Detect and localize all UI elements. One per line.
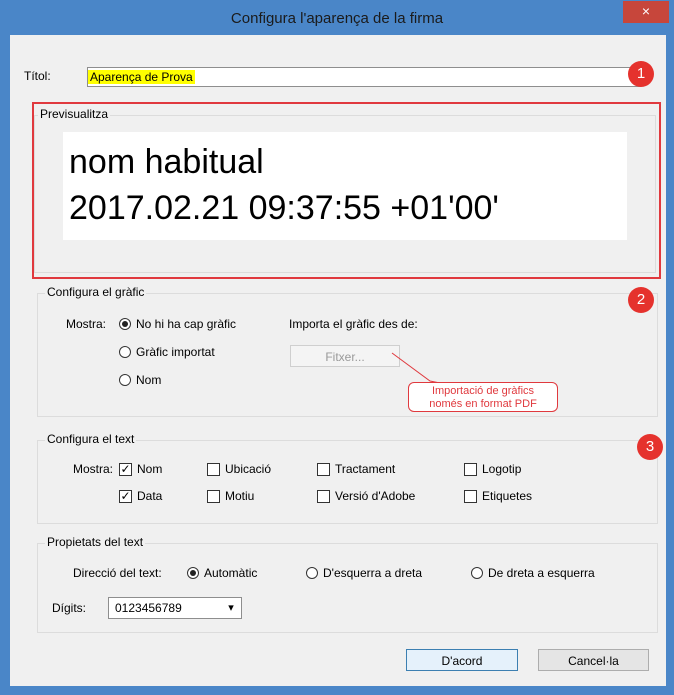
- text-show-label: Mostra:: [73, 462, 114, 476]
- digits-label: Dígits:: [52, 601, 87, 615]
- radio-direction-ltr-label: D'esquerra a dreta: [323, 566, 423, 580]
- title-input[interactable]: Aparença de Prova: [87, 67, 641, 87]
- import-from-label: Importa el gràfic des de:: [289, 317, 418, 331]
- digits-select-value: 0123456789: [115, 601, 182, 615]
- badge-3: 3: [637, 434, 663, 460]
- radio-imported-graphic-label: Gràfic importat: [136, 345, 215, 359]
- checkbox-date[interactable]: ✓: [119, 490, 132, 503]
- checkbox-labels[interactable]: [464, 490, 477, 503]
- checkbox-adobe-version-label: Versió d'Adobe: [335, 489, 416, 503]
- text-group: [37, 440, 658, 524]
- window-title: Configura l'aparença de la firma: [230, 10, 444, 27]
- radio-no-graphic-label: No hi ha cap gràfic: [136, 317, 237, 331]
- checkbox-treatment-label: Tractament: [335, 462, 396, 476]
- graphic-group-label: Configura el gràfic: [45, 285, 147, 299]
- text-props-group: [37, 543, 658, 633]
- direction-label: Direcció del text:: [73, 566, 162, 580]
- file-button[interactable]: Fitxer...: [290, 345, 400, 367]
- radio-direction-rtl[interactable]: [471, 567, 483, 579]
- badge-2: 2: [628, 287, 654, 313]
- chevron-down-icon: ▾: [228, 602, 234, 614]
- checkbox-labels-label: Etiquetes: [482, 489, 533, 503]
- radio-direction-auto[interactable]: [187, 567, 199, 579]
- checkbox-name[interactable]: ✓: [119, 463, 132, 476]
- radio-name-graphic[interactable]: [119, 374, 131, 386]
- radio-direction-auto-label: Automàtic: [204, 566, 258, 580]
- title-bar[interactable]: Configura l'aparença de la firma ×: [1, 1, 673, 35]
- checkbox-adobe-version[interactable]: [317, 490, 330, 503]
- dialog-body: Títol: Aparença de Prova 1 Previsualitza…: [10, 35, 666, 686]
- callout-line-1: Importació de gràfics: [431, 385, 535, 397]
- radio-imported-graphic[interactable]: [119, 346, 131, 358]
- close-button[interactable]: ×: [623, 1, 669, 23]
- callout-line-2: només en format PDF: [429, 398, 537, 410]
- text-props-group-label: Propietats del text: [45, 535, 146, 549]
- checkbox-reason[interactable]: [207, 490, 220, 503]
- checkbox-reason-label: Motiu: [225, 489, 255, 503]
- ok-button[interactable]: D'acord: [406, 649, 518, 671]
- badge-1: 1: [628, 61, 654, 87]
- checkbox-name-label: Nom: [137, 462, 163, 476]
- digits-select[interactable]: 0123456789 ▾: [108, 597, 242, 619]
- callout-note: Importació de gràfics només en format PD…: [408, 382, 558, 412]
- checkbox-logo-label: Logotip: [482, 462, 522, 476]
- radio-direction-ltr[interactable]: [306, 567, 318, 579]
- checkbox-date-label: Data: [137, 489, 163, 503]
- checkbox-logo[interactable]: [464, 463, 477, 476]
- checkbox-location-label: Ubicació: [225, 462, 272, 476]
- dialog-window: Configura l'aparença de la firma × Títol…: [0, 0, 674, 695]
- graphic-show-label: Mostra:: [66, 317, 107, 331]
- preview-highlight-box: [32, 102, 661, 279]
- text-group-label: Configura el text: [45, 432, 137, 446]
- checkbox-location[interactable]: [207, 463, 220, 476]
- checkbox-treatment[interactable]: [317, 463, 330, 476]
- title-input-value: Aparença de Prova: [88, 70, 195, 84]
- radio-no-graphic[interactable]: [119, 318, 131, 330]
- radio-direction-rtl-label: De dreta a esquerra: [488, 566, 595, 580]
- radio-name-graphic-label: Nom: [136, 373, 162, 387]
- title-label: Títol:: [24, 69, 51, 83]
- cancel-button[interactable]: Cancel·la: [538, 649, 649, 671]
